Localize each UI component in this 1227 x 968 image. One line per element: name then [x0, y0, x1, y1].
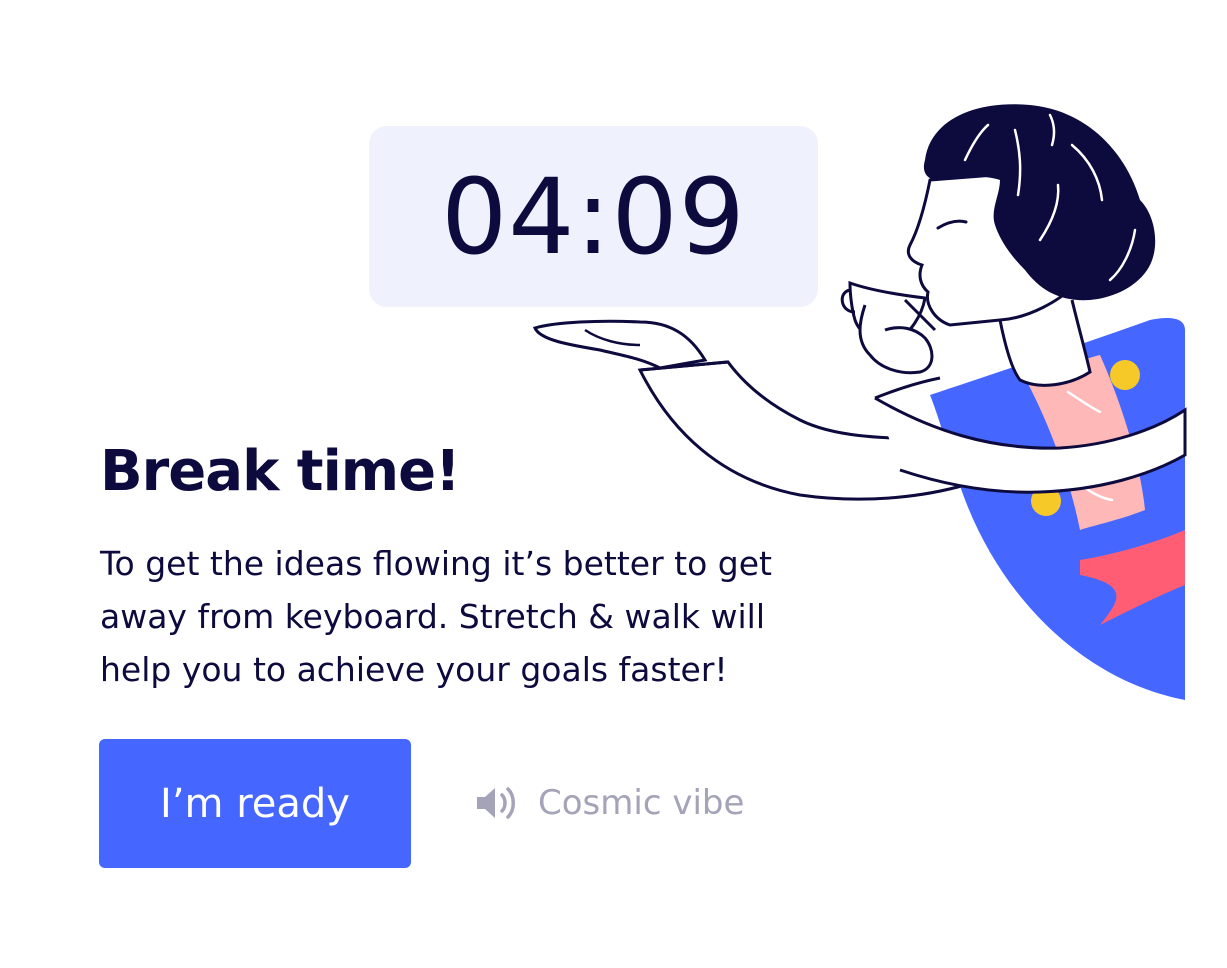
countdown-timer: 04:09: [369, 126, 818, 307]
sound-toggle[interactable]: Cosmic vibe: [474, 780, 744, 826]
ready-button[interactable]: I’m ready: [99, 739, 411, 868]
break-description: To get the ideas flowing it’s better to …: [100, 544, 772, 689]
speaker-volume-icon: [477, 787, 515, 819]
page-title: Break time!: [100, 439, 461, 504]
sound-label: Cosmic vibe: [538, 783, 745, 823]
coffee-cup-shape: [840, 280, 937, 375]
timer-display: 04:09: [441, 155, 746, 278]
break-time-card: 04:09 Break time! To get the ideas flowi…: [0, 0, 1227, 968]
